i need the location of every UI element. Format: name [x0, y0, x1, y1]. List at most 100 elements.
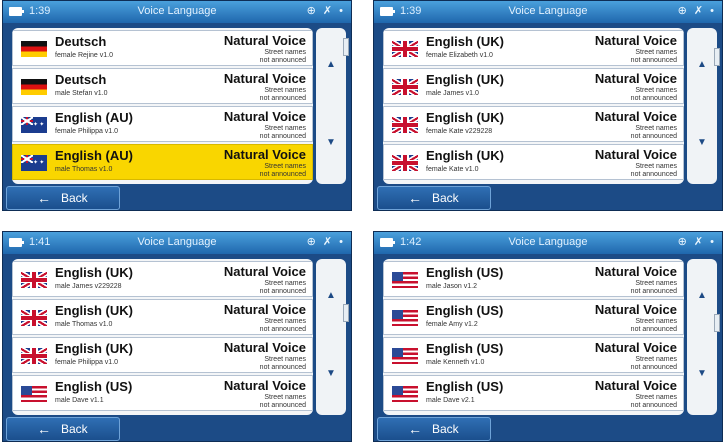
navigation-screen: 1:42 Voice Language ⊕ ✗ • English (US) male … — [373, 231, 723, 442]
street-names-status: Street names not announced — [631, 280, 677, 296]
street-names-line1: Street names — [264, 394, 306, 401]
voice-list-item[interactable]: Deutsch male Stefan v1.0 Natural Voice Stre… — [12, 68, 313, 104]
voice-list-item[interactable]: English (UK) female Kate v229228 Natural V… — [383, 106, 684, 142]
language-name: English (UK) — [55, 341, 133, 356]
voice-type: Natural Voice — [223, 302, 306, 317]
navigation-screen: 1:39 Voice Language ⊕ ✗ • English (UK) femal… — [373, 0, 723, 211]
voice-type: Natural Voice — [223, 264, 306, 279]
street-names-line2: not announced — [259, 133, 306, 140]
voice-list-item[interactable]: Deutsch female Rejine v1.0 Natural Voice St… — [12, 30, 313, 66]
scroll-down-icon[interactable]: ▼ — [316, 128, 346, 158]
voice-list-item[interactable]: English (US) male Jason v1.2 Natural Voice… — [383, 261, 684, 297]
voice-name: male James v1.0 — [426, 90, 479, 97]
status-bar: 1:39 Voice Language ⊕ ✗ • — [3, 1, 351, 23]
voice-list-item[interactable]: English (UK) male James v229228 Natural Vo… — [12, 261, 313, 297]
voice-list-item[interactable]: English (US) male Kenneth v1.0 Natural Voi… — [383, 337, 684, 373]
voice-type: Natural Voice — [223, 147, 306, 162]
scrollbar[interactable]: ▲ ▼ — [316, 259, 349, 415]
back-button[interactable]: ← Back — [6, 417, 120, 441]
back-button[interactable]: ← Back — [377, 186, 491, 210]
scrollbar[interactable]: ▲ ▼ — [687, 28, 720, 184]
street-names-line2: not announced — [630, 326, 677, 333]
voice-type: Natural Voice — [594, 302, 677, 317]
voice-list-item[interactable]: English (UK) female Elizabeth v1.0 Natural… — [383, 30, 684, 66]
us-flag-icon — [392, 272, 418, 288]
voice-list-item[interactable]: English (AU) male Thomas v1.0 Natural Voic… — [12, 144, 313, 180]
street-names-status: Street names not announced — [260, 356, 306, 372]
voice-type: Natural Voice — [223, 340, 306, 355]
voice-list: English (UK) female Elizabeth v1.0 Natural… — [383, 28, 684, 184]
scroll-thumb[interactable] — [714, 314, 720, 332]
street-names-line2: not announced — [630, 402, 677, 409]
voice-type: Natural Voice — [594, 71, 677, 86]
voice-name: female Philippa v1.0 — [55, 128, 119, 135]
street-names-line1: Street names — [635, 125, 677, 132]
scroll-down-icon[interactable]: ▼ — [687, 128, 717, 158]
voice-list-item[interactable]: English (UK) female Philippa v1.0 Natural … — [12, 337, 313, 373]
voice-list-item[interactable]: English (UK) male Thomas v1.0 Natural Voic… — [12, 299, 313, 335]
scroll-up-icon[interactable]: ▲ — [316, 50, 346, 80]
gps-satellite-icons: ⊕ ✗ • — [306, 236, 345, 248]
voice-list-item[interactable]: English (US) female Amy v1.2 Natural Voice… — [383, 299, 684, 335]
voice-type: Natural Voice — [594, 340, 677, 355]
scroll-up-icon[interactable]: ▲ — [687, 281, 717, 311]
uk-flag-icon — [392, 117, 418, 133]
back-arrow-icon: ← — [408, 190, 422, 206]
scroll-up-icon[interactable]: ▲ — [316, 281, 346, 311]
voice-name: female Kate v229228 — [426, 128, 493, 135]
street-names-status: Street names not announced — [631, 394, 677, 410]
scrollbar[interactable]: ▲ ▼ — [687, 259, 720, 415]
voice-list-item[interactable]: English (US) male Dave v2.1 Natural Voice S… — [383, 375, 684, 411]
voice-name: male Thomas v1.0 — [55, 166, 113, 173]
voice-type: Natural Voice — [223, 378, 306, 393]
voice-list-item[interactable]: English (UK) female Kate v1.0 Natural Voic… — [383, 144, 684, 180]
voice-type: Natural Voice — [594, 264, 677, 279]
voice-type: Natural Voice — [223, 109, 306, 124]
language-name: English (US) — [426, 265, 504, 280]
language-name: English (UK) — [426, 110, 504, 125]
street-names-line1: Street names — [635, 356, 677, 363]
uk-flag-icon — [21, 348, 47, 364]
street-names-line1: Street names — [635, 49, 677, 56]
street-names-status: Street names not announced — [260, 125, 306, 141]
street-names-line1: Street names — [635, 87, 677, 94]
back-arrow-icon: ← — [408, 421, 422, 437]
back-arrow-icon: ← — [37, 190, 51, 206]
voice-list: English (UK) male James v229228 Natural Vo… — [12, 259, 313, 415]
voice-name: male Jason v1.2 — [426, 283, 477, 290]
us-flag-icon — [392, 310, 418, 326]
voice-name: female Kate v1.0 — [426, 166, 479, 173]
scroll-down-icon[interactable]: ▼ — [687, 359, 717, 389]
voice-type: Natural Voice — [594, 109, 677, 124]
street-names-line1: Street names — [635, 318, 677, 325]
voice-list-item[interactable]: English (UK) male James v1.0 Natural Voice… — [383, 68, 684, 104]
voice-name: female Philippa v1.0 — [55, 359, 119, 366]
language-name: English (US) — [55, 379, 133, 394]
voice-list-item[interactable]: English (US) male Dave v1.1 Natural Voice S… — [12, 375, 313, 411]
street-names-line2: not announced — [259, 402, 306, 409]
street-names-status: Street names not announced — [631, 163, 677, 179]
street-names-status: Street names not announced — [631, 125, 677, 141]
street-names-line1: Street names — [635, 163, 677, 170]
us-flag-icon — [21, 386, 47, 402]
street-names-line1: Street names — [264, 163, 306, 170]
uk-flag-icon — [392, 155, 418, 171]
street-names-line1: Street names — [635, 280, 677, 287]
back-button[interactable]: ← Back — [6, 186, 120, 210]
voice-type: Natural Voice — [223, 33, 306, 48]
street-names-line2: not announced — [630, 364, 677, 371]
scrollbar[interactable]: ▲ ▼ — [316, 28, 349, 184]
street-names-line2: not announced — [630, 95, 677, 102]
voice-list-item[interactable]: English (AU) female Philippa v1.0 Natural … — [12, 106, 313, 142]
street-names-line2: not announced — [259, 364, 306, 371]
scroll-up-icon[interactable]: ▲ — [687, 50, 717, 80]
scroll-down-icon[interactable]: ▼ — [316, 359, 346, 389]
street-names-line1: Street names — [635, 394, 677, 401]
street-names-status: Street names not announced — [260, 318, 306, 334]
uk-flag-icon — [392, 41, 418, 57]
language-name: English (AU) — [55, 110, 133, 125]
back-label: Back — [432, 191, 459, 205]
street-names-status: Street names not announced — [260, 87, 306, 103]
page-title: Voice Language — [137, 236, 217, 248]
back-button[interactable]: ← Back — [377, 417, 491, 441]
